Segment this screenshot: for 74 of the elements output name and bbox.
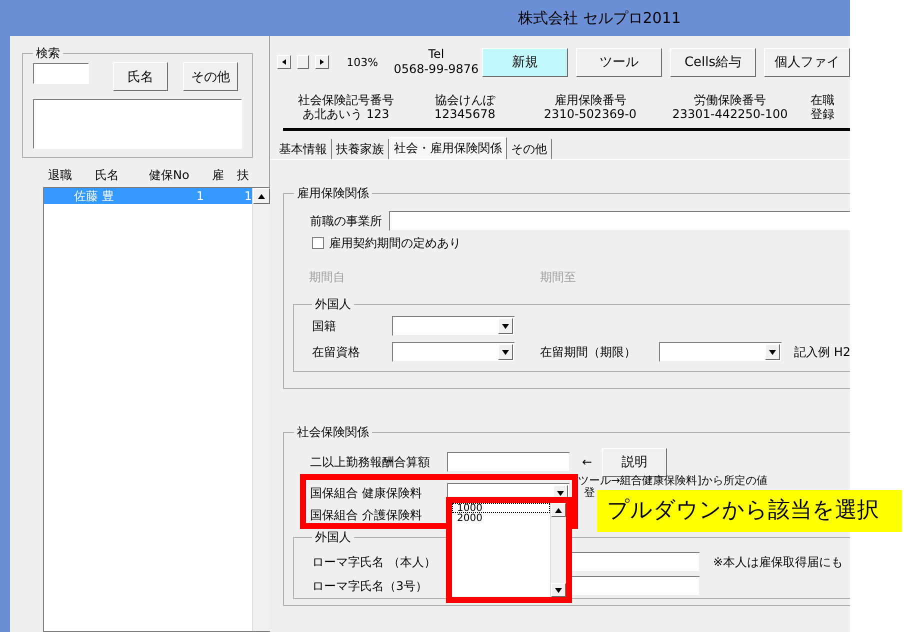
toolbar-button[interactable]: 個人ファイ	[764, 48, 850, 76]
scroll-up-icon[interactable]	[555, 508, 562, 512]
field-label: 国保組合 介護保険料	[310, 506, 423, 524]
input-field[interactable]	[389, 211, 850, 231]
info-value: 12345678	[433, 107, 496, 121]
field-label: ローマ字氏名（3号）	[312, 578, 429, 594]
field-label: 在留資格	[312, 344, 361, 360]
column-header: 雇	[212, 166, 225, 184]
toolbar-button[interactable]: Cells給与	[670, 48, 756, 76]
dropdown-arrow-icon[interactable]	[502, 350, 509, 354]
left-arrow-icon[interactable]	[282, 59, 286, 65]
info-value: 23301-442250-100	[671, 107, 789, 121]
note-text: 登	[584, 487, 596, 499]
field-label: 二以上勤務報酬合算額	[310, 454, 431, 470]
group-title: 外国人	[314, 296, 352, 313]
info-value: 2310-502369-0	[542, 107, 638, 121]
scroll-thumb[interactable]	[297, 55, 309, 69]
field-label: 期間至	[540, 268, 576, 286]
field-label: 前職の事業所	[310, 212, 383, 230]
info-value: 登録	[810, 107, 836, 121]
dropdown-arrow-icon[interactable]	[769, 350, 776, 354]
scroll-up-icon[interactable]	[258, 194, 265, 198]
tab[interactable]: 社会・雇用保険関係	[389, 137, 507, 159]
dropdown-field[interactable]	[392, 316, 515, 336]
search-button[interactable]: その他	[183, 62, 238, 91]
checkbox-label: 雇用契約期間の定めあり	[329, 234, 461, 252]
checkbox[interactable]	[312, 237, 324, 249]
field-label: 在留期間（期限）	[540, 344, 637, 360]
toolbar-button[interactable]: ツール	[576, 48, 662, 76]
dropdown-arrow-icon[interactable]	[502, 324, 509, 328]
note-text: ※本人は雇保取得届にも	[713, 554, 844, 570]
dropdown-field[interactable]	[659, 342, 782, 362]
scroll-left-button[interactable]	[277, 55, 291, 69]
dropdown-option[interactable]: 2000	[452, 513, 550, 523]
field-label: ローマ字氏名 （本人）	[312, 554, 437, 570]
dropdown-arrow-icon[interactable]	[557, 490, 564, 496]
field-label: 国保組合 健康保険料	[310, 484, 423, 502]
search-field[interactable]	[33, 63, 89, 84]
group-title: 検索	[35, 45, 61, 62]
arrow-text: ←	[582, 455, 592, 469]
search-button[interactable]: 氏名	[113, 62, 168, 91]
callout-text: プルダウンから該当を選択	[597, 490, 902, 532]
dropdown-list[interactable]: 1000 2000	[452, 503, 566, 597]
column-header: 氏名	[95, 166, 120, 184]
example-text: 記入例 H2	[794, 344, 850, 360]
toolbar-button[interactable]: 新規	[482, 48, 568, 76]
window-title: 株式会社 セルプロ2011	[518, 8, 681, 28]
info-label: 労働保険番号	[692, 93, 767, 107]
column-header: 退職	[48, 166, 73, 184]
group-title: 雇用保険関係	[296, 185, 370, 202]
column-header: 健保No	[149, 166, 190, 184]
info-label: 雇用保険番号	[553, 93, 628, 107]
explain-button[interactable]: 説明	[602, 448, 668, 476]
field-label: 国籍	[312, 318, 337, 334]
scroll-right-button[interactable]	[315, 55, 329, 69]
info-label: 社会保険記号番号	[296, 93, 395, 107]
right-arrow-icon[interactable]	[320, 59, 324, 65]
dropdown-option[interactable]: 1000	[452, 503, 550, 513]
scrollbar[interactable]	[252, 188, 270, 631]
dropdown-field[interactable]	[392, 342, 515, 362]
zoom-level: 103%	[346, 56, 380, 68]
info-label: 在職	[810, 93, 836, 107]
scroll-down-icon[interactable]	[555, 588, 562, 592]
group-title: 社会保険関係	[296, 424, 370, 441]
column-header: 扶	[237, 166, 250, 184]
tel-number: 0568-99-9876	[392, 62, 480, 77]
field-label: 期間自	[309, 268, 346, 286]
group-title: 外国人	[314, 529, 352, 546]
note-text: ツール→組合健康保険料]から所定の値	[578, 475, 768, 487]
tel-label: Tel	[427, 47, 446, 62]
info-label: 協会けんぽ	[434, 93, 496, 107]
info-value: あ北あいう 123	[302, 107, 390, 121]
search-results-box[interactable]	[33, 99, 242, 149]
input-field[interactable]	[447, 452, 570, 472]
